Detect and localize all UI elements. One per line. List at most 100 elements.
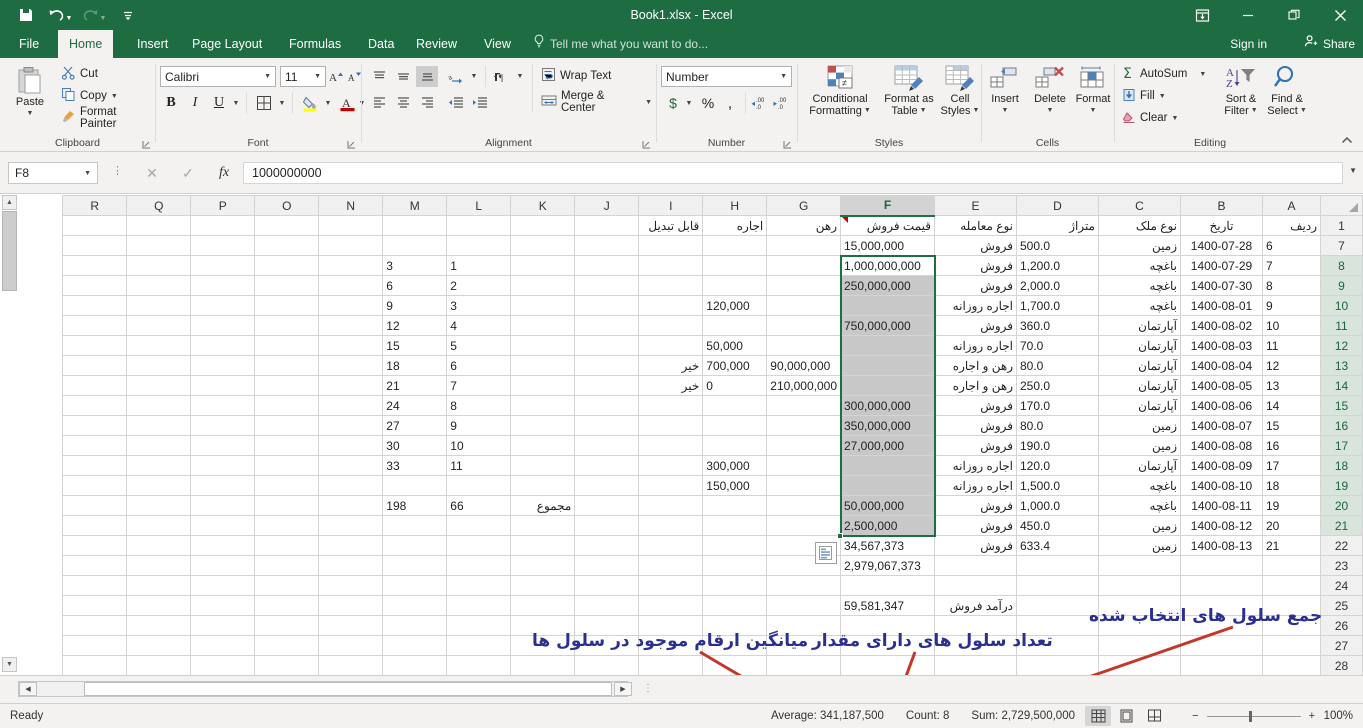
cell-Q11[interactable]	[126, 315, 192, 336]
cell-P7[interactable]	[190, 235, 256, 256]
cell-O9[interactable]	[254, 275, 320, 296]
cell-Q10[interactable]	[126, 295, 192, 316]
tab-view[interactable]: View	[473, 30, 522, 58]
cell-E11[interactable]: فروش	[934, 315, 1017, 336]
cell-G18[interactable]	[766, 455, 841, 476]
cell-H13[interactable]: 700,000	[702, 355, 768, 376]
row-header-27[interactable]: 27	[1320, 635, 1363, 656]
cell-A22[interactable]: 21	[1262, 535, 1321, 556]
cell-K11[interactable]	[510, 315, 576, 336]
cell-L15[interactable]: 8	[446, 395, 512, 416]
cell-G1[interactable]: رهن	[766, 215, 841, 236]
fill-color-dropdown-caret[interactable]: ▼	[322, 92, 334, 114]
cell-N14[interactable]	[318, 375, 384, 396]
column-header-m[interactable]: M	[382, 195, 448, 216]
cell-R23[interactable]	[62, 555, 128, 576]
cell-D19[interactable]: 1,500.0	[1016, 475, 1099, 496]
cell-R7[interactable]	[62, 235, 128, 256]
cell-P12[interactable]	[190, 335, 256, 356]
row-header-7[interactable]: 7	[1320, 235, 1363, 256]
cell-L10[interactable]: 3	[446, 295, 512, 316]
row-header-15[interactable]: 15	[1320, 395, 1363, 416]
cell-E15[interactable]: فروش	[934, 395, 1017, 416]
orientation-dropdown-caret[interactable]: ▼	[468, 66, 480, 87]
cell-I22[interactable]	[638, 535, 704, 556]
zoom-thumb[interactable]	[1248, 710, 1252, 722]
column-header-r[interactable]: R	[62, 195, 128, 216]
cell-C24[interactable]	[1098, 575, 1181, 596]
cell-A27[interactable]	[1262, 635, 1321, 656]
decrease-decimal-icon[interactable]: .00.0	[771, 92, 793, 114]
column-header-e[interactable]: E	[934, 195, 1017, 216]
cell-M24[interactable]	[382, 575, 448, 596]
cell-G11[interactable]	[766, 315, 841, 336]
cell-K20[interactable]: مجموع	[510, 495, 576, 516]
cell-A28[interactable]	[1262, 655, 1321, 676]
cell-D28[interactable]	[1016, 655, 1099, 676]
hscroll-left-arrow[interactable]: ◀	[19, 682, 37, 696]
cell-J12[interactable]	[574, 335, 640, 356]
cell-O24[interactable]	[254, 575, 320, 596]
cell-C28[interactable]	[1098, 655, 1181, 676]
format-as-table-button[interactable]: Format as Table ▼	[880, 62, 938, 128]
cell-O22[interactable]	[254, 535, 320, 556]
cell-H11[interactable]	[702, 315, 768, 336]
cell-I17[interactable]	[638, 435, 704, 456]
cancel-icon[interactable]: ✕	[134, 162, 170, 184]
row-header-22[interactable]: 22	[1320, 535, 1363, 556]
cell-H23[interactable]	[702, 555, 768, 576]
paste-options-badge[interactable]	[814, 541, 837, 564]
cell-P18[interactable]	[190, 455, 256, 476]
cell-P11[interactable]	[190, 315, 256, 336]
cell-D16[interactable]: 80.0	[1016, 415, 1099, 436]
cell-R8[interactable]	[62, 255, 128, 276]
alignment-dialog-launcher-icon[interactable]	[642, 140, 651, 149]
cell-C20[interactable]: باغچه	[1098, 495, 1181, 516]
cell-A12[interactable]: 11	[1262, 335, 1321, 356]
align-top-icon[interactable]	[368, 66, 390, 87]
cell-L20[interactable]: 66	[446, 495, 512, 516]
page-layout-view-icon[interactable]	[1113, 706, 1139, 726]
cell-P20[interactable]	[190, 495, 256, 516]
cell-J25[interactable]	[574, 595, 640, 616]
cell-Q9[interactable]	[126, 275, 192, 296]
cell-Q14[interactable]	[126, 375, 192, 396]
cell-C18[interactable]: آپارتمان	[1098, 455, 1181, 476]
cell-O19[interactable]	[254, 475, 320, 496]
cell-Q27[interactable]	[126, 635, 192, 656]
cell-O14[interactable]	[254, 375, 320, 396]
row-header-26[interactable]: 26	[1320, 615, 1363, 636]
cell-F25[interactable]: 59,581,347	[840, 595, 935, 616]
clear-button[interactable]: Clear ▼	[1119, 108, 1181, 128]
cell-K28[interactable]	[510, 655, 576, 676]
zoom-slider[interactable]: − +	[1192, 710, 1315, 722]
cell-C16[interactable]: زمین	[1098, 415, 1181, 436]
chevron-down-icon[interactable]: ▼	[314, 73, 321, 80]
cell-M26[interactable]	[382, 615, 448, 636]
tell-me-box[interactable]: Tell me what you want to do...	[533, 30, 708, 58]
minimize-icon[interactable]	[1225, 0, 1271, 30]
formula-bar-grip[interactable]: ⋮	[112, 164, 123, 177]
cell-M14[interactable]: 21	[382, 375, 448, 396]
cell-B21[interactable]: 1400-08-12	[1180, 515, 1263, 536]
cell-O28[interactable]	[254, 655, 320, 676]
cell-J21[interactable]	[574, 515, 640, 536]
share-button[interactable]: Share	[1304, 30, 1355, 58]
cell-M28[interactable]	[382, 655, 448, 676]
cell-O25[interactable]	[254, 595, 320, 616]
text-direction-dropdown-caret[interactable]: ▼	[514, 66, 526, 87]
row-header-9[interactable]: 9	[1320, 275, 1363, 296]
cell-C17[interactable]: زمین	[1098, 435, 1181, 456]
clipboard-dialog-launcher-icon[interactable]	[142, 140, 151, 149]
cell-B24[interactable]	[1180, 575, 1263, 596]
cell-B19[interactable]: 1400-08-10	[1180, 475, 1263, 496]
close-icon[interactable]	[1317, 0, 1363, 30]
status-sum[interactable]: Sum: 2,729,500,000	[971, 710, 1075, 722]
cell-D24[interactable]	[1016, 575, 1099, 596]
cell-K24[interactable]	[510, 575, 576, 596]
cell-O20[interactable]	[254, 495, 320, 516]
cell-Q26[interactable]	[126, 615, 192, 636]
column-header-q[interactable]: Q	[126, 195, 192, 216]
cell-D9[interactable]: 2,000.0	[1016, 275, 1099, 296]
cell-P13[interactable]	[190, 355, 256, 376]
